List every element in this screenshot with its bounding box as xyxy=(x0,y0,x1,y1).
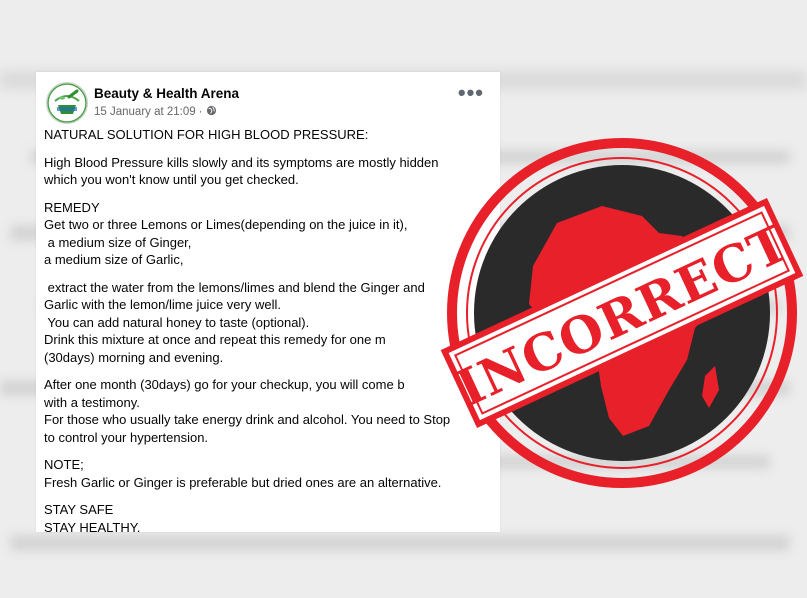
text-line: STAY SAFE xyxy=(44,502,114,517)
post-date-link[interactable]: 15 January at 21:09 xyxy=(94,106,196,118)
text-line: You can add natural honey to taste (opti… xyxy=(44,314,310,330)
text-line: High Blood Pressure kills slowly and its… xyxy=(44,154,439,170)
text-line: Get two or three Lemons or Limes(dependi… xyxy=(44,217,408,232)
text-line: a medium size of Ginger, xyxy=(44,234,192,250)
globe-icon[interactable] xyxy=(206,105,217,119)
facebook-post: Beauty & Health Arena 15 January at 21:0… xyxy=(36,72,500,535)
stamp-graphic: INCORRECT xyxy=(440,138,804,488)
text-line: After one month (30days) go for your che… xyxy=(44,377,405,392)
text-line: (30days) morning and evening. xyxy=(44,349,224,365)
note-paragraph: NOTE; Fresh Garlic or Ginger is preferab… xyxy=(44,456,494,491)
steps-paragraph: extract the water from the lemons/limes … xyxy=(44,279,494,367)
text-line: to control your hypertension. xyxy=(44,429,209,445)
more-options-button[interactable]: ••• xyxy=(458,82,484,104)
mortar-pestle-logo-icon xyxy=(47,83,87,123)
intro-paragraph: High Blood Pressure kills slowly and its… xyxy=(44,154,494,189)
text-line: Garlic with the lemon/lime juice very we… xyxy=(44,297,281,312)
page-name-link[interactable]: Beauty & Health Arena xyxy=(94,86,239,101)
text-line: NOTE; xyxy=(44,457,84,472)
incorrect-stamp: INCORRECT xyxy=(437,128,807,498)
text-line: For those who usually take energy drink … xyxy=(44,412,451,427)
text-line: REMEDY xyxy=(44,199,100,215)
text-line: Drink this mixture at once and repeat th… xyxy=(44,332,386,347)
text-line: with a testimony. xyxy=(44,394,140,410)
meta-separator: · xyxy=(198,106,203,118)
post-body: NATURAL SOLUTION FOR HIGH BLOOD PRESSURE… xyxy=(44,126,494,546)
post-meta: 15 January at 21:09 · xyxy=(94,105,217,119)
text-line: a medium size of Garlic, xyxy=(44,252,184,267)
page-avatar[interactable] xyxy=(46,82,88,124)
post-title-line: NATURAL SOLUTION FOR HIGH BLOOD PRESSURE… xyxy=(44,127,369,142)
post-header: Beauty & Health Arena 15 January at 21:0… xyxy=(46,80,490,124)
remedy-paragraph: REMEDY Get two or three Lemons or Limes(… xyxy=(44,199,494,269)
after-paragraph: After one month (30days) go for your che… xyxy=(44,376,494,446)
text-line: Fresh Garlic or Ginger is preferable but… xyxy=(44,474,442,490)
text-line: STAY HEALTHY. xyxy=(44,519,141,535)
text-line: which you won't know until you get check… xyxy=(44,172,299,187)
closing-paragraph: STAY SAFE STAY HEALTHY. xyxy=(44,501,494,536)
text-line: extract the water from the lemons/limes … xyxy=(44,279,425,295)
